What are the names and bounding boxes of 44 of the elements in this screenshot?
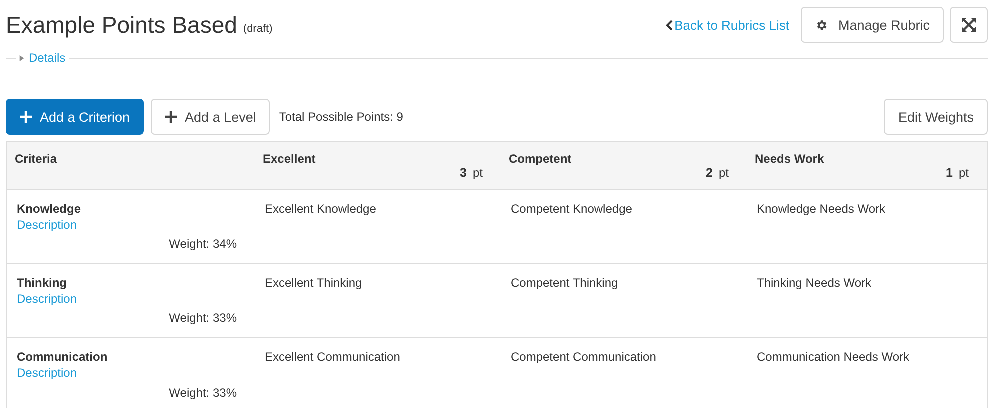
level-name: Competent bbox=[509, 152, 573, 166]
criterion-name: Thinking bbox=[17, 276, 68, 290]
total-points: Total Possible Points: 9 bbox=[279, 110, 404, 124]
level-points: 2 bbox=[706, 166, 713, 180]
chevron-left-icon bbox=[666, 20, 673, 30]
level-description: Excellent Communication bbox=[265, 350, 402, 364]
add-level-button[interactable]: Add a Level bbox=[151, 99, 270, 135]
level-name: Excellent bbox=[263, 152, 317, 166]
criterion-name: Communication bbox=[17, 350, 109, 364]
level-description: Excellent Thinking bbox=[265, 276, 364, 290]
column-header: Criteria bbox=[7, 142, 255, 190]
points-unit: pt bbox=[718, 166, 729, 180]
level-description: Competent Communication bbox=[511, 350, 658, 364]
plus-icon bbox=[20, 111, 32, 123]
expand-icon bbox=[962, 18, 976, 32]
status-label: (draft) bbox=[243, 23, 273, 35]
criterion-weight: Weight: 34% bbox=[169, 237, 237, 251]
points-unit: pt bbox=[472, 166, 483, 180]
page-title: Example Points Based bbox=[6, 12, 238, 38]
criterion-weight: Weight: 33% bbox=[169, 386, 237, 400]
level-description: Excellent Knowledge bbox=[265, 202, 378, 216]
edit-weights-button[interactable]: Edit Weights bbox=[884, 99, 988, 135]
level-description: Competent Knowledge bbox=[511, 202, 634, 216]
triangle-icon bbox=[19, 54, 25, 62]
points-unit: pt bbox=[958, 166, 969, 180]
level-description: Thinking Needs Work bbox=[757, 276, 872, 290]
plus-icon bbox=[165, 111, 178, 123]
add-criterion-button[interactable]: Add a Criterion bbox=[6, 99, 144, 135]
level-description: Competent Thinking bbox=[511, 276, 620, 290]
fullscreen-button[interactable] bbox=[950, 7, 988, 43]
level-description: Knowledge Needs Work bbox=[757, 202, 887, 216]
level-name: Needs Work bbox=[755, 152, 826, 166]
description-link[interactable]: Description bbox=[17, 218, 78, 232]
level-points: 3 bbox=[460, 166, 467, 180]
back-link[interactable]: Back to Rubrics List bbox=[666, 18, 790, 32]
details-toggle[interactable]: Details bbox=[19, 51, 66, 65]
level-points: 1 bbox=[946, 166, 953, 180]
description-link[interactable]: Description bbox=[17, 366, 78, 380]
criterion-name: Knowledge bbox=[17, 202, 82, 216]
level-description: Communication Needs Work bbox=[757, 350, 911, 364]
criterion-weight: Weight: 33% bbox=[169, 311, 237, 325]
manage-rubric-button[interactable]: Manage Rubric bbox=[801, 7, 944, 43]
settings-icon bbox=[815, 18, 828, 32]
description-link[interactable]: Description bbox=[17, 292, 78, 306]
